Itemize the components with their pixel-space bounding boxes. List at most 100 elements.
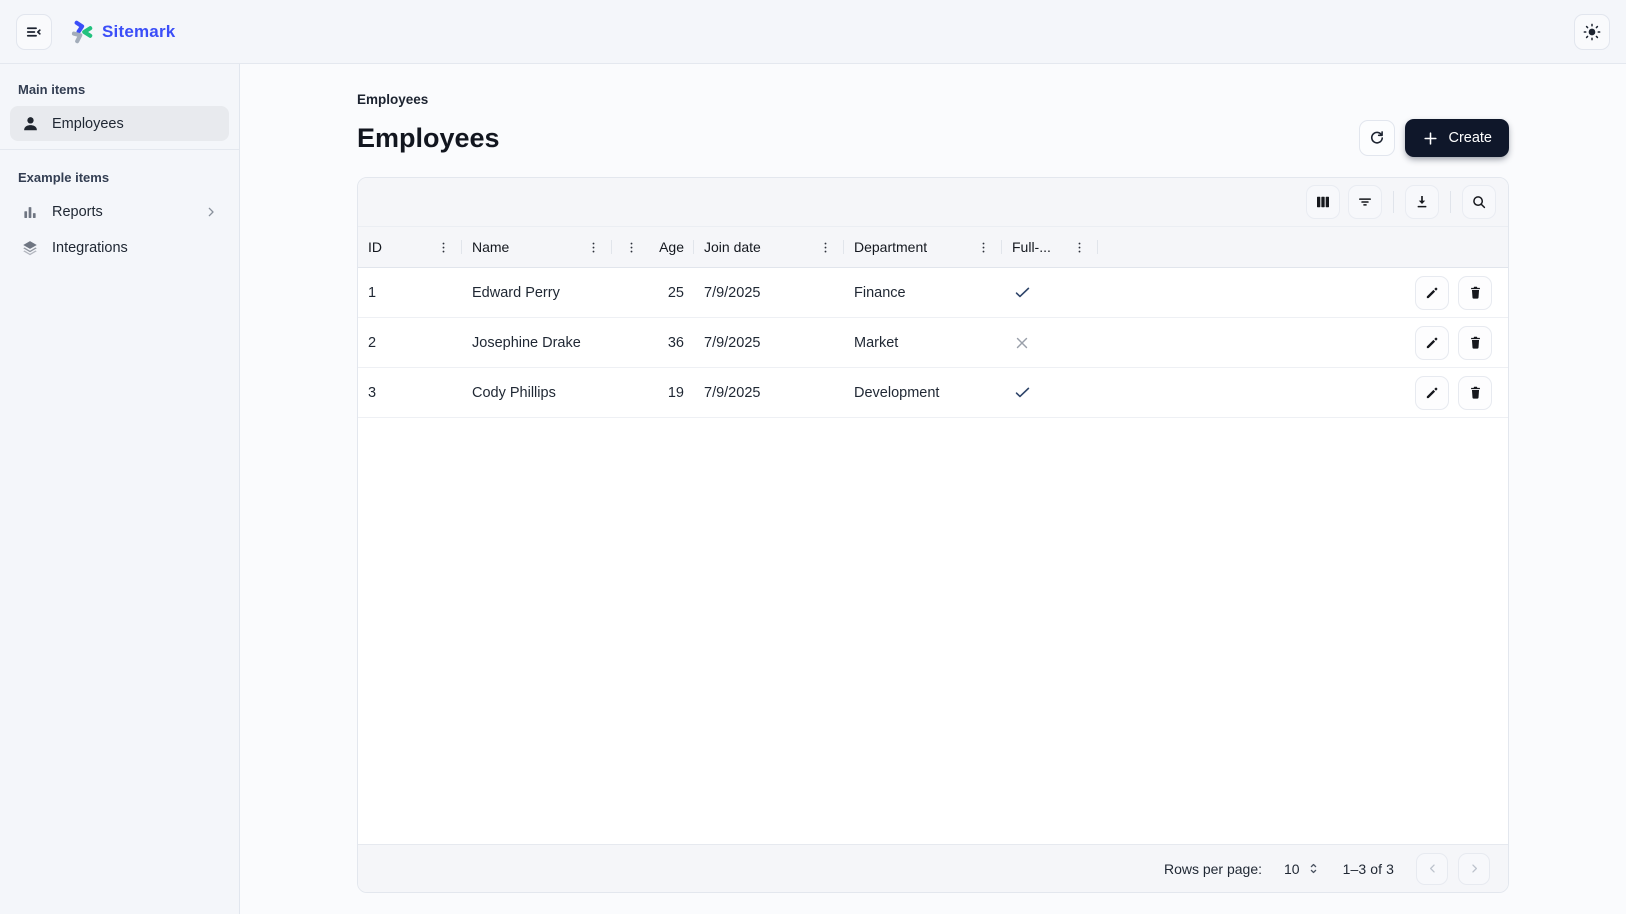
download-icon <box>1413 193 1431 211</box>
delete-button[interactable] <box>1458 326 1492 360</box>
sidebar-section-example-items: Example items <box>0 158 239 193</box>
cell-id: 2 <box>358 335 462 351</box>
row-actions <box>1374 376 1508 410</box>
sidebar-item-reports[interactable]: Reports <box>10 194 229 229</box>
edit-button[interactable] <box>1415 376 1449 410</box>
sidebar-item-integrations[interactable]: Integrations <box>10 230 229 265</box>
rows-per-page-select[interactable]: 10 <box>1284 861 1321 877</box>
column-menu-icon[interactable] <box>434 238 452 256</box>
sitemark-logo-icon <box>68 19 94 45</box>
collapse-menu-button[interactable] <box>16 14 52 50</box>
export-button[interactable] <box>1405 185 1439 219</box>
columns-icon <box>1314 193 1332 211</box>
brand[interactable]: Sitemark <box>68 19 175 45</box>
grid-toolbar <box>358 178 1508 226</box>
column-header-full-time[interactable]: Full-... <box>1002 227 1098 267</box>
grid-header-row: ID Name Age <box>358 226 1508 268</box>
cell-department: Market <box>844 335 1002 351</box>
cell-department: Finance <box>844 285 1002 301</box>
grid-footer: Rows per page: 10 1–3 of 3 <box>358 844 1508 892</box>
next-page-button[interactable] <box>1458 853 1490 885</box>
column-header-label: ID <box>368 239 382 255</box>
plus-icon <box>1422 130 1439 147</box>
delete-button[interactable] <box>1458 376 1492 410</box>
data-grid: ID Name Age <box>357 177 1509 893</box>
column-menu-icon[interactable] <box>974 238 992 256</box>
grid-empty-area <box>358 418 1508 844</box>
toolbar-divider <box>1450 191 1451 213</box>
chevron-left-icon <box>1425 861 1440 876</box>
create-button-label: Create <box>1448 130 1492 146</box>
unfold-more-icon <box>1306 861 1321 876</box>
rows-per-page-label: Rows per page: <box>1164 861 1262 877</box>
app-bar: Sitemark <box>0 0 1626 64</box>
collapse-menu-icon <box>24 22 44 42</box>
sun-icon <box>1582 22 1602 42</box>
column-header-label: Name <box>472 239 509 255</box>
trash-icon <box>1467 334 1484 351</box>
column-header-department[interactable]: Department <box>844 227 1002 267</box>
edit-button[interactable] <box>1415 326 1449 360</box>
column-header-label: Department <box>854 239 927 255</box>
pencil-icon <box>1424 384 1441 401</box>
cell-id: 1 <box>358 285 462 301</box>
rows-per-page-value: 10 <box>1284 861 1300 877</box>
cell-age: 25 <box>612 285 694 301</box>
edit-button[interactable] <box>1415 276 1449 310</box>
pencil-icon <box>1424 334 1441 351</box>
column-menu-icon[interactable] <box>584 238 602 256</box>
column-header-label: Age <box>659 239 684 255</box>
table-row[interactable]: 3 Cody Phillips 19 7/9/2025 Development <box>358 368 1508 418</box>
sidebar-item-label: Reports <box>52 204 103 220</box>
cell-name: Cody Phillips <box>462 385 612 401</box>
cell-join-date: 7/9/2025 <box>694 335 844 351</box>
refresh-button[interactable] <box>1359 120 1395 156</box>
refresh-icon <box>1368 129 1386 147</box>
previous-page-button[interactable] <box>1416 853 1448 885</box>
sidebar: Main items Employees Example items Repor… <box>0 64 240 914</box>
filter-button[interactable] <box>1348 185 1382 219</box>
columns-button[interactable] <box>1306 185 1340 219</box>
column-menu-icon[interactable] <box>622 238 640 256</box>
breadcrumb[interactable]: Employees <box>357 92 1509 107</box>
cell-age: 19 <box>612 385 694 401</box>
delete-button[interactable] <box>1458 276 1492 310</box>
person-icon <box>20 114 40 134</box>
row-actions <box>1374 276 1508 310</box>
bar-chart-icon <box>20 202 40 222</box>
sidebar-item-employees[interactable]: Employees <box>10 106 229 141</box>
cell-full-time <box>1002 283 1098 303</box>
brand-name: Sitemark <box>102 22 175 42</box>
table-row[interactable]: 2 Josephine Drake 36 7/9/2025 Market <box>358 318 1508 368</box>
column-menu-icon[interactable] <box>816 238 834 256</box>
column-header-join-date[interactable]: Join date <box>694 227 844 267</box>
cell-join-date: 7/9/2025 <box>694 385 844 401</box>
cell-id: 3 <box>358 385 462 401</box>
row-actions <box>1374 326 1508 360</box>
column-menu-icon[interactable] <box>1070 238 1088 256</box>
sidebar-item-label: Integrations <box>52 240 128 256</box>
check-icon <box>1012 383 1032 403</box>
column-header-label: Join date <box>704 239 761 255</box>
pencil-icon <box>1424 284 1441 301</box>
x-icon <box>1012 333 1032 353</box>
filter-icon <box>1356 193 1374 211</box>
create-button[interactable]: Create <box>1405 119 1509 157</box>
cell-department: Development <box>844 385 1002 401</box>
chevron-right-icon <box>1467 861 1482 876</box>
cell-name: Edward Perry <box>462 285 612 301</box>
search-button[interactable] <box>1462 185 1496 219</box>
sidebar-section-main-items: Main items <box>0 70 239 105</box>
column-header-name[interactable]: Name <box>462 227 612 267</box>
page-title: Employees <box>357 123 500 154</box>
cell-full-time <box>1002 333 1098 353</box>
column-header-age[interactable]: Age <box>612 227 694 267</box>
theme-toggle-button[interactable] <box>1574 14 1610 50</box>
layers-icon <box>20 238 40 258</box>
column-header-label: Full-... <box>1012 239 1051 255</box>
search-icon <box>1470 193 1488 211</box>
cell-full-time <box>1002 383 1098 403</box>
column-header-id[interactable]: ID <box>358 227 462 267</box>
table-row[interactable]: 1 Edward Perry 25 7/9/2025 Finance <box>358 268 1508 318</box>
sidebar-divider <box>0 149 239 150</box>
